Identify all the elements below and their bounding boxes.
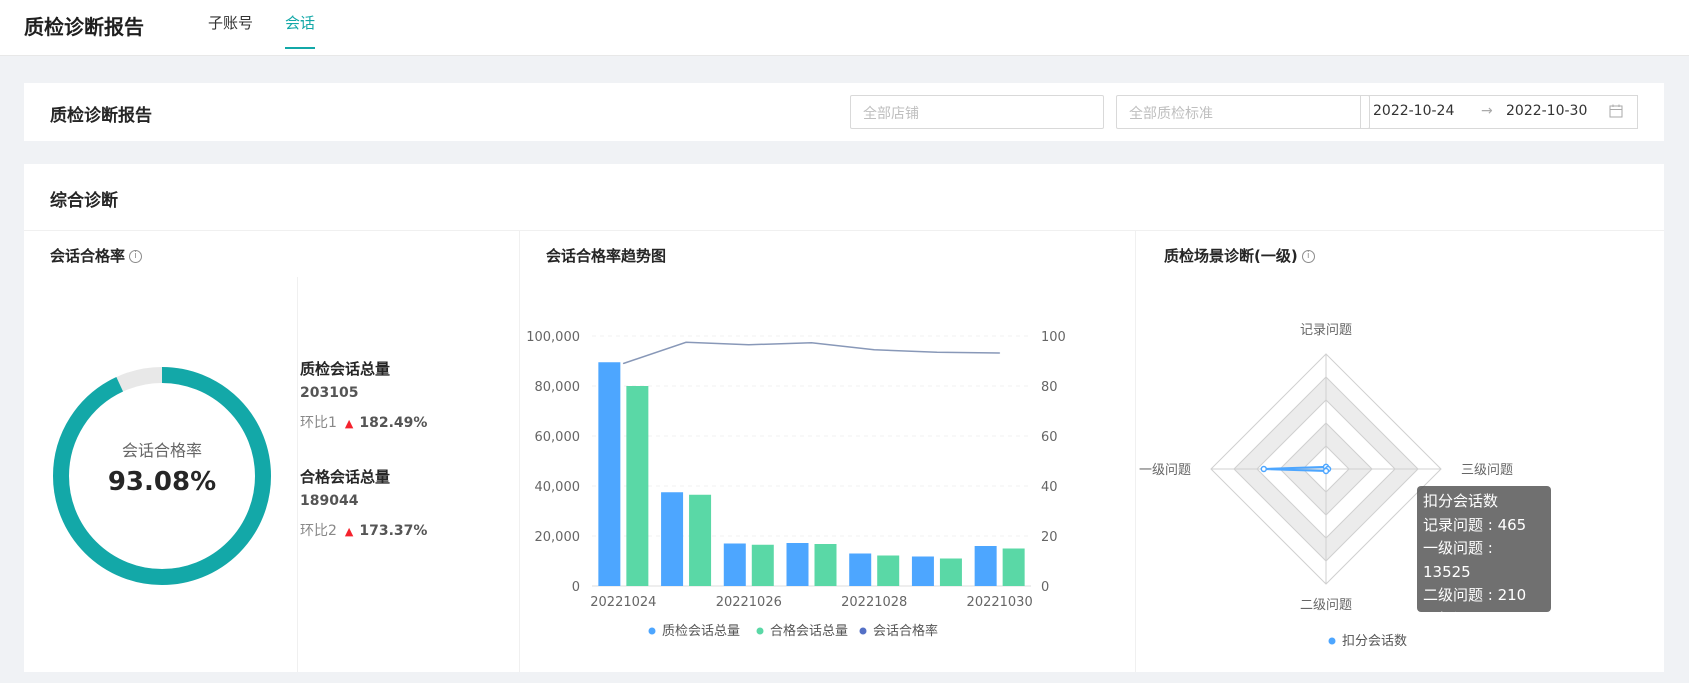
- report-title: 质检诊断报告: [50, 106, 152, 126]
- standard-select[interactable]: 全部质检标准: [1116, 95, 1370, 129]
- bar: [911, 556, 934, 586]
- radar-chart: 记录问题三级问题二级问题 一级问题扣分会话数: [1139, 323, 1513, 649]
- total-sessions-change: 环比1 ▲ 182.49%: [300, 412, 427, 432]
- radar-indicator-label: 三级问题: [1461, 463, 1513, 478]
- pass-rate-title-text: 会话合格率: [50, 247, 126, 265]
- tooltip-row: 二级问题 : 210: [1423, 586, 1527, 604]
- change-value: 173.37%: [359, 523, 428, 539]
- total-sessions-label: 质检会话总量: [300, 360, 391, 378]
- legend-label: 质检会话总量: [662, 624, 740, 639]
- date-end[interactable]: 2022-10-30: [1506, 103, 1587, 119]
- donut-value: 93.08%: [108, 467, 216, 497]
- radar-title: 质检场景诊断(一级) i: [1164, 245, 1315, 266]
- bar: [814, 544, 837, 586]
- bar: [751, 544, 774, 586]
- trend-chart: 0 20,000 40,000 60,000 80,000 100,000 0 20 40 60 8…: [526, 330, 1066, 639]
- tooltip-row: 一级问题 : 13525: [1423, 539, 1493, 581]
- y-tick-label: 0: [572, 580, 580, 595]
- legend-label: 合格会话总量: [770, 623, 848, 639]
- app-title: 质检诊断报告: [24, 15, 144, 39]
- y2-tick-label: 80: [1041, 380, 1058, 395]
- total-sessions-value: 203105: [300, 385, 359, 401]
- trend-title: 会话合格率趋势图: [546, 247, 667, 265]
- y2-tick-label: 100: [1041, 330, 1066, 345]
- section-title: 综合诊断: [50, 191, 118, 211]
- y2-tick-label: 60: [1041, 430, 1058, 445]
- y-tick-label: 20,000: [535, 530, 581, 545]
- tab-sub-account[interactable]: 子账号: [208, 12, 253, 47]
- y-tick-label: 40,000: [535, 480, 581, 495]
- bar: [849, 553, 872, 586]
- shop-select[interactable]: 全部店铺: [850, 95, 1104, 129]
- date-range-picker[interactable]: 2022-10-24 → 2022-10-30: [1360, 95, 1638, 129]
- legend-label: 会话合格率: [873, 623, 938, 639]
- bar: [689, 494, 712, 586]
- change-value: 182.49%: [359, 415, 428, 431]
- rate-line: [623, 341, 1000, 365]
- x-tick-label: 20221026: [716, 595, 782, 610]
- bar: [974, 546, 997, 586]
- tooltip-row: 记录问题 : 465: [1423, 515, 1527, 534]
- divider: [297, 277, 298, 672]
- top-bar: 质检诊断报告 子账号 会话: [0, 0, 1689, 56]
- date-start[interactable]: 2022-10-24: [1373, 103, 1454, 119]
- legend-marker: [859, 627, 867, 635]
- tab-session[interactable]: 会话: [285, 12, 316, 49]
- bar: [723, 543, 746, 586]
- y2-tick-label: 0: [1041, 580, 1049, 595]
- bar: [786, 543, 809, 586]
- qualified-sessions-label: 合格会话总量: [300, 468, 391, 486]
- qualified-sessions-value: 189044: [300, 493, 359, 509]
- tooltip-title: 扣分会话数: [1423, 492, 1499, 510]
- change-label: 环比1: [300, 415, 337, 431]
- legend-marker: [1328, 637, 1336, 645]
- radar-indicator-label: 一级问题: [1139, 463, 1191, 478]
- x-tick-label: 20221024: [590, 595, 656, 610]
- calendar-icon[interactable]: [1609, 104, 1623, 122]
- legend-marker: [648, 627, 656, 635]
- bar: [626, 386, 649, 586]
- pass-rate-donut: 会话合格率 93.08%: [53, 367, 271, 585]
- up-arrow-icon: ▲: [344, 417, 354, 430]
- divider: [24, 230, 1664, 231]
- x-tick-label: 20221030: [967, 595, 1033, 610]
- bar: [1002, 548, 1025, 586]
- info-icon[interactable]: i: [129, 250, 143, 263]
- donut-label: 会话合格率: [122, 441, 202, 460]
- legend-marker: [756, 627, 764, 635]
- y2-tick-label: 20: [1041, 530, 1058, 545]
- bar: [877, 555, 900, 586]
- bar: [661, 492, 684, 586]
- bar: [598, 362, 621, 586]
- radar-title-text: 质检场景诊断(一级): [1164, 247, 1298, 265]
- bar: [939, 558, 962, 586]
- y-tick-label: 60,000: [535, 430, 581, 445]
- info-icon[interactable]: i: [1301, 250, 1315, 263]
- radar-point: [1260, 465, 1268, 473]
- change-label: 环比2: [300, 523, 337, 539]
- y2-tick-label: 40: [1041, 480, 1058, 495]
- tooltip-row: 三级问题 : 11: [1423, 609, 1517, 628]
- radar-point: [1322, 467, 1330, 475]
- x-tick-label: 20221028: [841, 595, 907, 610]
- radar-indicator-label: 记录问题: [1300, 323, 1352, 338]
- radar-tooltip: 扣分会话数 记录问题 : 465 一级问题 : 13525 二级问题 : 210…: [1417, 486, 1551, 628]
- y-tick-label: 100,000: [526, 330, 580, 345]
- filter-card: 质检诊断报告 全部店铺 全部质检标准 2022-10-24 → 2022-10-…: [24, 83, 1664, 141]
- radar-indicator-label: 二级问题: [1300, 598, 1352, 613]
- up-arrow-icon: ▲: [344, 525, 354, 538]
- legend-label: 扣分会话数: [1342, 634, 1407, 649]
- y-tick-label: 80,000: [535, 380, 581, 395]
- qualified-sessions-change: 环比2 ▲ 173.37%: [300, 520, 427, 540]
- date-separator: →: [1481, 103, 1493, 119]
- pass-rate-title: 会话合格率 i: [50, 245, 143, 266]
